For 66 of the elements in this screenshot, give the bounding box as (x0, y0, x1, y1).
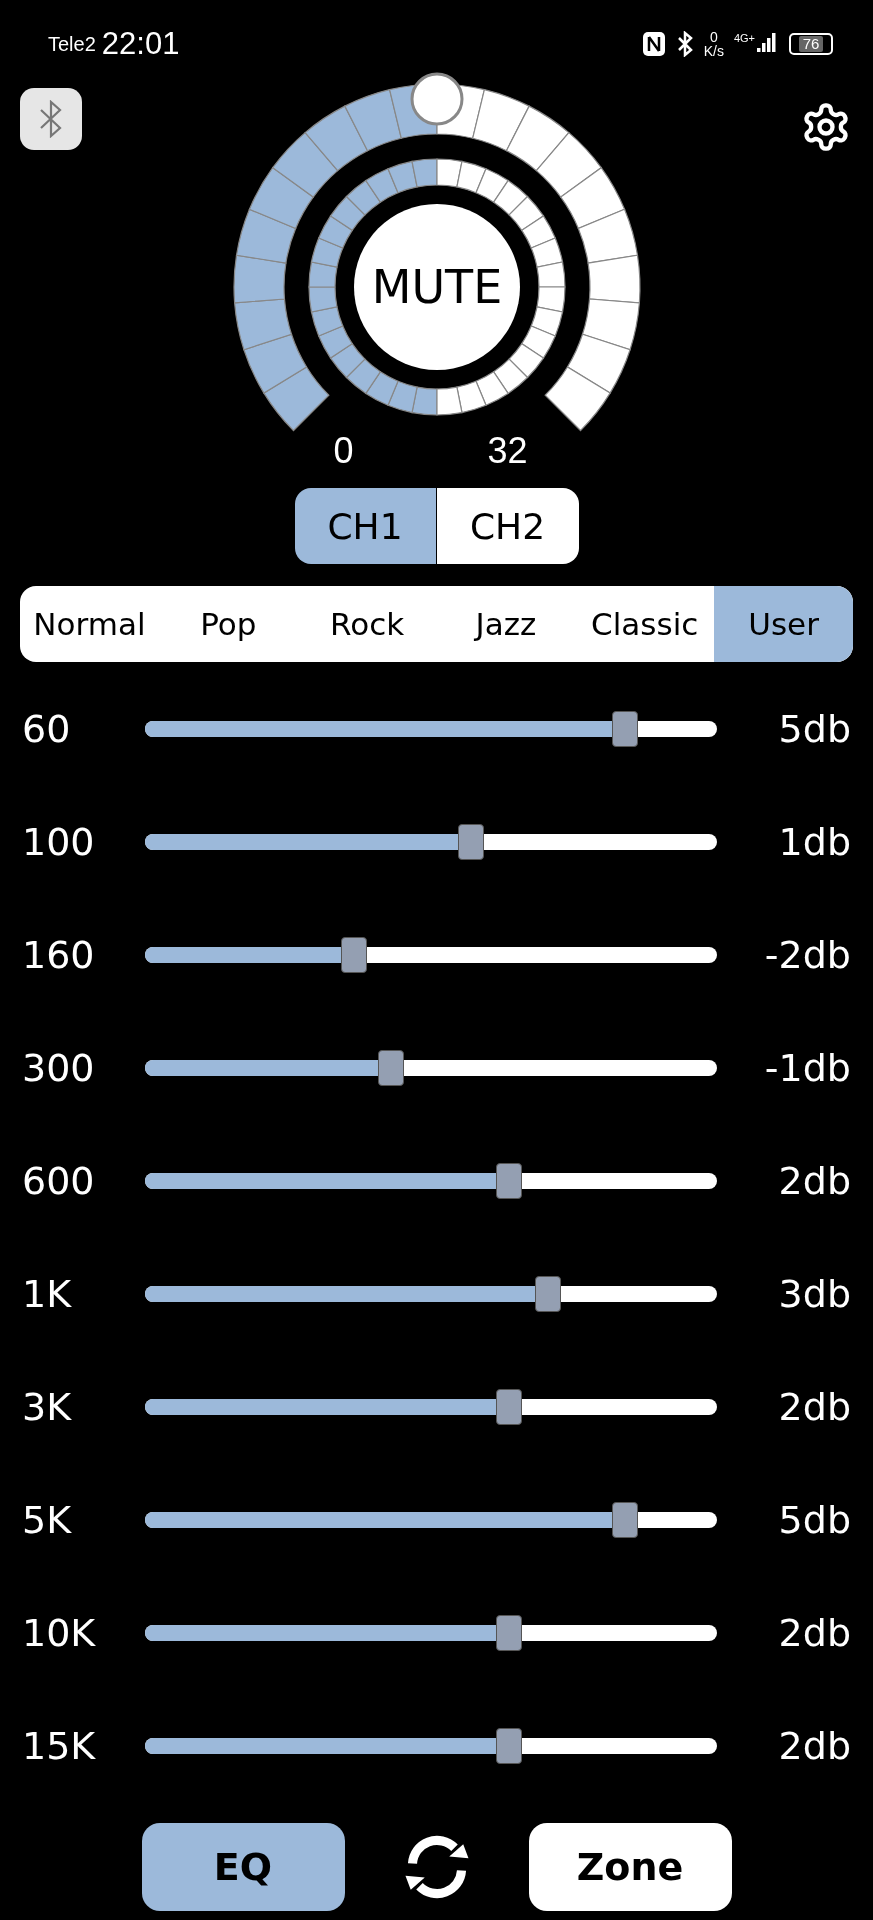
band-frequency: 3K (22, 1384, 73, 1429)
band-slider[interactable] (145, 936, 717, 973)
volume-knob[interactable] (410, 72, 463, 126)
volume-meter[interactable] (232, 83, 641, 432)
band-slider[interactable] (145, 1614, 717, 1651)
band-gain: 5db (777, 1497, 851, 1542)
channel-tab[interactable]: CH2 (436, 488, 579, 564)
band-gain: 2db (777, 1610, 851, 1655)
band-slider[interactable] (145, 1388, 717, 1425)
slider-thumb[interactable] (612, 1501, 639, 1538)
band-gain: -2db (763, 932, 851, 977)
band-slider[interactable] (145, 1162, 717, 1199)
preset-tab[interactable]: Classic (575, 586, 715, 662)
band-frequency: 160 (22, 932, 96, 977)
preset-tab[interactable]: Rock (297, 586, 437, 662)
band-gain: 2db (777, 1158, 851, 1203)
preset-tab[interactable]: Pop (158, 586, 298, 662)
band-frequency: 15K (22, 1723, 97, 1768)
band-gain: 2db (777, 1384, 851, 1429)
inner-meter[interactable] (307, 158, 566, 416)
speed-value: 0 (709, 30, 718, 44)
band-gain: 5db (777, 706, 851, 751)
band-frequency: 300 (22, 1045, 96, 1090)
speed-unit: K/s (703, 44, 724, 58)
band-slider[interactable] (145, 1275, 717, 1312)
band-frequency: 10K (22, 1610, 97, 1655)
min-label: 0 (333, 430, 354, 472)
band-frequency: 100 (22, 819, 96, 864)
band-frequency: 60 (22, 706, 72, 751)
band-slider[interactable] (145, 1727, 717, 1764)
slider-thumb[interactable] (495, 1388, 522, 1425)
band-slider[interactable] (145, 1501, 717, 1538)
clock: 22:01 (101, 26, 180, 62)
mute-button[interactable]: MUTE (353, 204, 520, 370)
bluetooth-icon (675, 31, 694, 57)
slider-thumb[interactable] (341, 936, 368, 973)
band-frequency: 1K (22, 1271, 73, 1316)
band-gain: 2db (777, 1723, 851, 1768)
channel-tab[interactable]: CH1 (294, 488, 437, 564)
carrier-name: Tele2 (48, 32, 96, 56)
band-frequency: 600 (22, 1158, 96, 1203)
slider-thumb[interactable] (612, 710, 639, 747)
band-slider[interactable] (145, 823, 717, 860)
slider-thumb[interactable] (495, 1727, 522, 1764)
preset-tab[interactable]: Jazz (436, 586, 576, 662)
bluetooth-icon (38, 100, 64, 138)
slider-thumb[interactable] (534, 1275, 561, 1312)
max-label: 32 (487, 430, 528, 472)
slider-thumb[interactable] (495, 1162, 522, 1199)
band-slider[interactable] (145, 1049, 717, 1086)
eq-button[interactable]: EQ (141, 1823, 345, 1911)
band-gain: -1db (763, 1045, 851, 1090)
band-frequency: 5K (22, 1497, 73, 1542)
slider-thumb[interactable] (458, 823, 485, 860)
network-type: 4G+ (733, 32, 755, 44)
zone-button[interactable]: Zone (528, 1823, 732, 1911)
band-gain: 1db (777, 819, 851, 864)
nfc-icon (641, 31, 666, 57)
band-gain: 3db (777, 1271, 851, 1316)
bluetooth-button[interactable] (20, 88, 82, 150)
preset-tab[interactable]: User (714, 586, 853, 662)
slider-thumb[interactable] (377, 1049, 404, 1086)
slider-thumb[interactable] (495, 1614, 522, 1651)
band-slider[interactable] (145, 710, 717, 747)
preset-tab[interactable]: Normal (20, 586, 159, 662)
battery-percent: 76 (798, 36, 824, 52)
